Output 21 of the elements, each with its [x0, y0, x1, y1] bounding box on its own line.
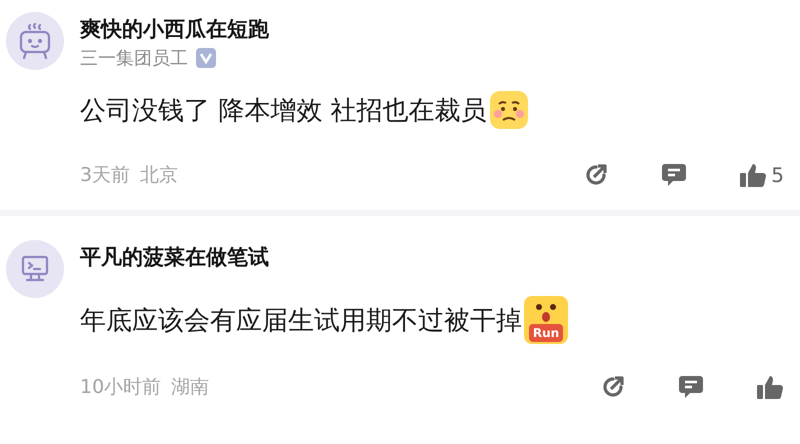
terminal-icon [20, 254, 50, 284]
emoji-label: Run [528, 324, 564, 342]
comment-location: 北京 [140, 163, 178, 188]
reply-button[interactable] [678, 374, 704, 400]
comment-time: 3天前 [80, 163, 130, 188]
comment-location: 湖南 [171, 375, 210, 400]
worried-face-emoji [488, 90, 529, 130]
comment-text: 年底应该会有应届生试用期不过被干掉 [80, 304, 522, 338]
comment-icon [661, 162, 688, 188]
reply-button[interactable] [661, 162, 688, 188]
like-button[interactable] [756, 374, 784, 400]
comment-time: 10小时前 [80, 375, 162, 400]
thumbs-up-icon [756, 374, 784, 400]
cup-face-icon [18, 21, 52, 61]
username: 爽快的小西瓜在短跑 [80, 16, 270, 43]
comment-icon [678, 374, 704, 400]
user-title: 三一集团员工 [80, 47, 188, 70]
like-button[interactable]: 5 [739, 162, 784, 188]
username: 平凡的菠菜在做笔试 [80, 244, 270, 271]
thumbs-up-icon [739, 162, 768, 188]
comment-text: 公司没钱了 降本增效 社招也在裁员 [80, 94, 487, 128]
